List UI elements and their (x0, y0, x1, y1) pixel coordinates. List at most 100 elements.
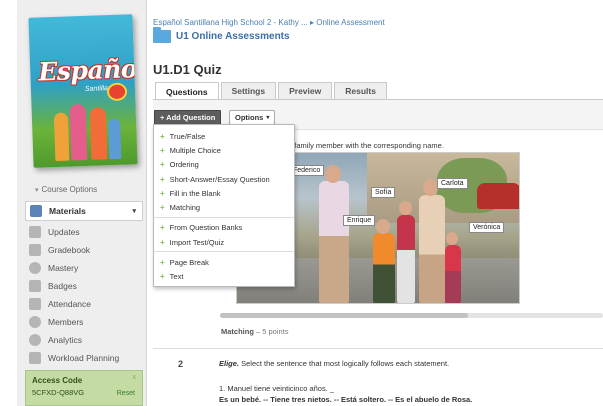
options-label: Options (235, 113, 264, 122)
sidebar-item-label: Materials (49, 206, 86, 216)
answer-choices: Es un bebé. -- Tiene tres nietos. -- Est… (219, 395, 473, 404)
access-code-label: Access Code (32, 376, 83, 385)
question-divider (153, 348, 603, 349)
menu-item-text[interactable]: + Text (154, 270, 294, 284)
menu-divider (154, 216, 294, 218)
menu-item-ordering[interactable]: + Ordering (154, 158, 294, 172)
badges-icon (29, 280, 41, 292)
plus-icon: + (160, 223, 165, 233)
sidebar-item-label: Workload Planning (48, 353, 120, 363)
menu-item-true-false[interactable]: + True/False (154, 129, 294, 143)
plus-icon: + (160, 145, 165, 155)
analytics-icon (29, 334, 41, 346)
plus-icon: + (160, 188, 165, 198)
sidebar-item-badges[interactable]: Badges (25, 277, 143, 295)
course-options-link[interactable]: ▾ Course Options (35, 185, 97, 194)
menu-item-short-answer[interactable]: + Short-Answer/Essay Question (154, 172, 294, 186)
close-icon[interactable]: x (133, 374, 137, 381)
menu-item-label: Text (169, 272, 184, 282)
gradebook-icon (29, 244, 41, 256)
sidebar-nav: Materials ▾ Updates Gradebook Mastery Ba… (25, 201, 143, 367)
question-type: Matching – 5 points (221, 327, 289, 336)
options-button[interactable]: Options ▾ (229, 110, 276, 125)
plus-icon: + (160, 174, 165, 184)
chevron-down-icon: ▾ (132, 208, 136, 215)
add-question-button[interactable]: + Add Question (154, 110, 222, 125)
photo-head (325, 165, 341, 183)
sidebar-item-label: Badges (48, 281, 77, 291)
course-options-label: Course Options (41, 185, 98, 194)
sidebar-item-label: Analytics (48, 335, 83, 345)
plus-icon: + (160, 258, 165, 268)
course-book-cover[interactable]: Español Santillana (28, 14, 138, 168)
tab-results[interactable]: Results (334, 82, 387, 99)
menu-item-label: Matching (169, 203, 201, 213)
section-title[interactable]: U1 Online Assessments (176, 31, 290, 42)
menu-item-label: Import Test/Quiz (169, 237, 225, 247)
menu-item-label: Page Break (169, 258, 209, 268)
sidebar-item-gradebook[interactable]: Gradebook (25, 241, 143, 259)
photo-head (376, 219, 390, 234)
question-instruction-text: Select the sentence that most logically … (239, 359, 450, 368)
menu-item-import[interactable]: + Import Test/Quiz (154, 235, 294, 249)
photo-person (373, 233, 395, 303)
photo-head (399, 201, 412, 215)
plus-icon: + (160, 131, 165, 141)
menu-item-label: Short-Answer/Essay Question (169, 174, 270, 184)
question-points: – 5 points (253, 327, 289, 336)
photo-person (445, 245, 461, 303)
chevron-down-icon: ▾ (35, 187, 39, 194)
book-people-illustration (51, 99, 123, 162)
menu-item-label: Ordering (169, 160, 199, 170)
sidebar-item-mastery[interactable]: Mastery (25, 259, 143, 277)
tab-settings[interactable]: Settings (220, 82, 277, 99)
menu-item-question-banks[interactable]: + From Question Banks (154, 221, 294, 235)
access-code-reset-link[interactable]: Reset (117, 390, 135, 397)
workload-icon (29, 352, 41, 364)
question-instruction: h family member with the corresponding n… (288, 141, 444, 150)
sidebar: Español Santillana ▾ Course Options Mater… (17, 0, 147, 406)
name-tag-enrique[interactable]: Enrique (343, 215, 376, 226)
access-code-panel: Access Code 5CFXD-Q88VG Reset x (25, 370, 143, 406)
menu-item-label: From Question Banks (169, 223, 243, 233)
menu-item-page-break[interactable]: + Page Break (154, 255, 294, 269)
menu-item-label: True/False (169, 131, 206, 141)
tab-preview[interactable]: Preview (278, 82, 333, 99)
book-title: Español (37, 53, 138, 87)
sidebar-item-workload-planning[interactable]: Workload Planning (25, 349, 143, 367)
name-tag-veronica[interactable]: Verónica (469, 222, 505, 233)
sidebar-item-members[interactable]: Members (25, 313, 143, 331)
photo-person (397, 215, 415, 303)
members-icon (29, 316, 41, 328)
horizontal-scrollbar[interactable] (220, 313, 603, 318)
menu-item-multiple-choice[interactable]: + Multiple Choice (154, 143, 294, 157)
materials-icon (30, 205, 42, 217)
question-instruction-bold: Elige. (219, 359, 240, 368)
menu-item-matching[interactable]: + Matching (154, 200, 294, 214)
breadcrumb[interactable]: Español Santillana High School 2 - Kathy… (153, 18, 385, 27)
name-tag-sofia[interactable]: Sofía (371, 187, 396, 198)
menu-item-label: Fill in the Blank (169, 188, 221, 198)
menu-divider (154, 251, 294, 253)
sidebar-item-materials[interactable]: Materials ▾ (25, 201, 143, 221)
name-tag-carlota[interactable]: Carlota (437, 178, 468, 189)
photo-car (477, 183, 519, 209)
menu-item-fill-blank[interactable]: + Fill in the Blank (154, 186, 294, 200)
add-question-menu: + True/False + Multiple Choice + Ordering +… (153, 124, 295, 287)
page-title: U1.D1 Quiz (153, 62, 222, 77)
tab-questions[interactable]: Questions (155, 82, 219, 100)
sidebar-item-attendance[interactable]: Attendance (25, 295, 143, 313)
question-number: 2 (178, 359, 184, 369)
sidebar-item-label: Attendance (48, 299, 92, 309)
sidebar-item-analytics[interactable]: Analytics (25, 331, 143, 349)
sidebar-item-updates[interactable]: Updates (25, 223, 143, 241)
scrollbar-thumb[interactable] (220, 313, 468, 318)
photo-head (423, 179, 438, 196)
tab-bar: Questions Settings Preview Results (155, 82, 389, 100)
sidebar-item-label: Updates (48, 227, 80, 237)
sidebar-item-label: Members (48, 317, 84, 327)
menu-item-label: Multiple Choice (169, 145, 221, 155)
question-item: 1. Manuel tiene veinticinco años. _ (219, 384, 335, 393)
attendance-icon (29, 298, 41, 310)
question-instruction: Elige. Select the sentence that most log… (219, 359, 449, 368)
